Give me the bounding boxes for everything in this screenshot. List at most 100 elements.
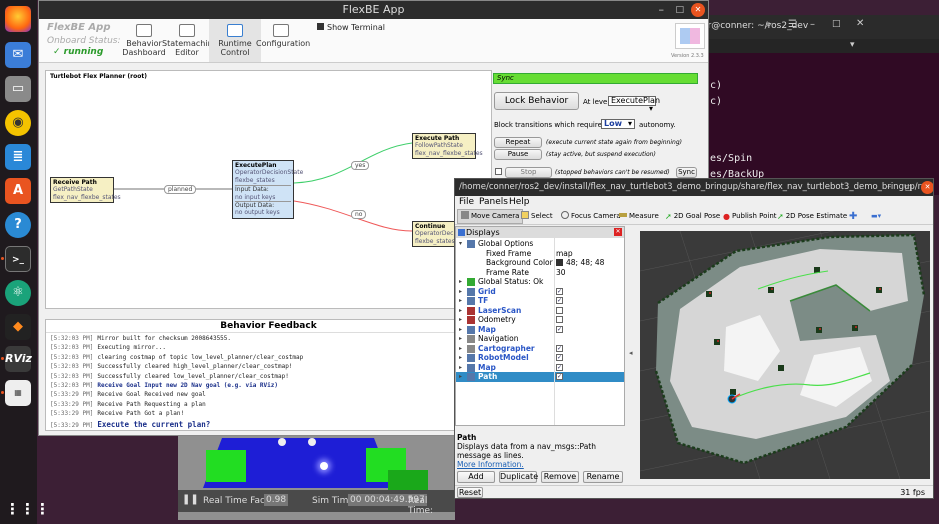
firefox-icon[interactable] (5, 6, 31, 32)
chevron-right-icon[interactable]: ▸ (459, 325, 462, 335)
state-execute-path[interactable]: Execute Path FollowPathState flex_nav_fl… (412, 133, 483, 159)
reset-button[interactable]: Reset (457, 487, 483, 498)
chevron-right-icon[interactable]: ▸ (459, 363, 462, 373)
close-icon[interactable]: ✕ (856, 18, 864, 29)
display-enabled-checkbox[interactable]: ✓ (556, 354, 563, 361)
display-row[interactable]: ▸ Navigation (456, 334, 624, 344)
menu-icon[interactable]: ☰ (788, 19, 797, 30)
maximize-icon[interactable]: □ (905, 179, 913, 196)
tab-statemachine-editor[interactable]: Statemachine Editor (162, 24, 218, 57)
menu-panels[interactable]: Panels (479, 196, 508, 208)
layers-icon[interactable]: ◆ (5, 314, 31, 340)
state-execute-plan[interactable]: ExecutePlan OperatorDecisionState flexbe… (232, 160, 303, 219)
display-value[interactable]: 30 (556, 268, 566, 278)
close-icon[interactable]: ✕ (691, 3, 705, 17)
display-enabled-checkbox[interactable]: ✓ (556, 297, 563, 304)
display-row[interactable]: ▸ RobotModel ✓ (456, 353, 624, 363)
show-terminal-toggle[interactable]: Show Terminal (317, 23, 385, 32)
sync-button[interactable]: Sync (676, 167, 697, 178)
display-row[interactable]: Background Color 48; 48; 48 (456, 258, 624, 268)
apps-grid-icon[interactable]: ⋮⋮⋮ (5, 496, 50, 522)
chevron-right-icon[interactable]: ▸ (459, 306, 462, 316)
repeat-button[interactable]: Repeat (494, 137, 542, 148)
display-row[interactable]: ▾ Global Options (456, 239, 624, 249)
statemachine-canvas[interactable]: Turtlebot Flex Planner (root) planned ye… (45, 70, 492, 309)
state-receive-path[interactable]: Receive Path GetPathState flex_nav_flexb… (50, 177, 121, 203)
display-row[interactable]: ▸ Grid ✓ (456, 287, 624, 297)
menu-file[interactable]: File (459, 196, 474, 208)
add-button[interactable]: Add (457, 471, 495, 483)
chevron-right-icon[interactable]: ▸ (459, 296, 462, 306)
display-enabled-checkbox[interactable]: ✓ (556, 373, 563, 380)
writer-icon[interactable]: ≣ (5, 144, 31, 170)
chevron-right-icon[interactable]: ▸ (459, 287, 462, 297)
duplicate-button[interactable]: Duplicate (499, 471, 538, 483)
remove-tool-icon[interactable]: ▬▾ (871, 210, 881, 223)
chevron-right-icon[interactable]: ▸ (459, 372, 462, 382)
display-row[interactable]: ▸ Global Status: Ok (456, 277, 624, 287)
chevron-down-icon[interactable]: ▾ (459, 239, 462, 249)
display-enabled-checkbox[interactable]: ✓ (556, 363, 563, 371)
atom-icon[interactable]: ⚛ (5, 280, 31, 306)
display-enabled-checkbox[interactable]: ✓ (556, 344, 563, 352)
tool-2d-pose-estimate[interactable]: ➚ 2D Pose Estimate (777, 210, 847, 223)
more-information-link[interactable]: More Information. (457, 460, 623, 469)
collapse-left-icon[interactable]: ◂ (629, 349, 633, 357)
rename-button[interactable]: Rename (583, 471, 623, 483)
tab-menu-icon[interactable]: ▾ (850, 40, 855, 50)
chevron-right-icon[interactable]: ▸ (459, 315, 462, 325)
tool-2d-goal-pose[interactable]: ➚ 2D Goal Pose (665, 210, 720, 223)
minimize-icon[interactable]: – (659, 1, 665, 19)
level-select[interactable]: ExecutePlan ▾ (608, 96, 660, 113)
stop-confirm-checkbox[interactable] (495, 168, 502, 175)
display-row[interactable]: ▸ Cartographer ✓ (456, 344, 624, 354)
close-panel-icon[interactable]: ✕ (614, 228, 622, 236)
maximize-icon[interactable]: □ (675, 1, 684, 19)
help-icon[interactable]: ? (5, 212, 31, 238)
display-enabled-checkbox[interactable] (556, 306, 563, 314)
display-row[interactable]: ▸ Odometry (456, 315, 624, 325)
software-icon[interactable]: A (5, 178, 31, 204)
tab-runtime-control[interactable]: Runtime Control (209, 19, 261, 62)
menu-help[interactable]: Help (509, 196, 530, 208)
display-value[interactable]: map (556, 249, 573, 259)
display-row[interactable]: Frame Rate 30 (456, 268, 624, 278)
rviz-3d-view[interactable] (640, 231, 930, 479)
display-row[interactable]: ▸ Path ✓ (456, 372, 624, 382)
autonomy-select[interactable]: Low ▾ (601, 119, 635, 129)
stop-execution-button[interactable]: Stop Execution (505, 167, 552, 185)
maximize-icon[interactable]: □ (832, 19, 841, 29)
display-row[interactable]: Fixed Frame map (456, 249, 624, 259)
mail-icon[interactable]: ✉ (5, 42, 31, 68)
tool-select[interactable]: Select (521, 210, 553, 223)
display-row[interactable]: ▸ LaserScan (456, 306, 624, 316)
color-swatch[interactable] (556, 259, 563, 266)
lock-behavior-button[interactable]: Lock Behavior (494, 92, 579, 110)
minimize-icon[interactable]: – (810, 19, 815, 30)
chevron-right-icon[interactable]: ▸ (459, 277, 462, 287)
files-icon[interactable]: ▭ (5, 76, 31, 102)
tool-measure[interactable]: Measure (619, 210, 659, 223)
display-enabled-checkbox[interactable]: ✓ (556, 325, 563, 333)
rhythmbox-icon[interactable]: ◉ (5, 110, 31, 136)
rviz-icon[interactable]: RViz (5, 346, 32, 372)
remove-button[interactable]: Remove (541, 471, 579, 483)
terminal-icon[interactable]: >_ (5, 246, 31, 272)
tool-move-camera[interactable]: Move Camera (457, 209, 524, 224)
close-icon[interactable]: ✕ (921, 181, 933, 194)
display-row[interactable]: ▸ TF ✓ (456, 296, 624, 306)
flexbe-icon[interactable]: ▦ (5, 380, 31, 406)
pause-button[interactable]: Pause (494, 149, 542, 160)
tool-focus-camera[interactable]: Focus Camera (561, 210, 621, 223)
display-row[interactable]: ▸ Map ✓ (456, 363, 624, 373)
chevron-right-icon[interactable]: ▸ (459, 344, 462, 354)
tab-configuration[interactable]: Configuration (256, 24, 310, 48)
display-enabled-checkbox[interactable] (556, 316, 563, 323)
pause-icon[interactable]: ❚❚ (182, 494, 199, 505)
minimize-icon[interactable]: – (887, 179, 891, 196)
display-row[interactable]: ▸ Map ✓ (456, 325, 624, 335)
search-icon[interactable]: ⌕ (766, 19, 772, 30)
display-enabled-checkbox[interactable]: ✓ (556, 287, 563, 295)
tool-publish-point[interactable]: ● Publish Point (723, 210, 777, 223)
display-value[interactable]: 48; 48; 48 (566, 258, 604, 268)
